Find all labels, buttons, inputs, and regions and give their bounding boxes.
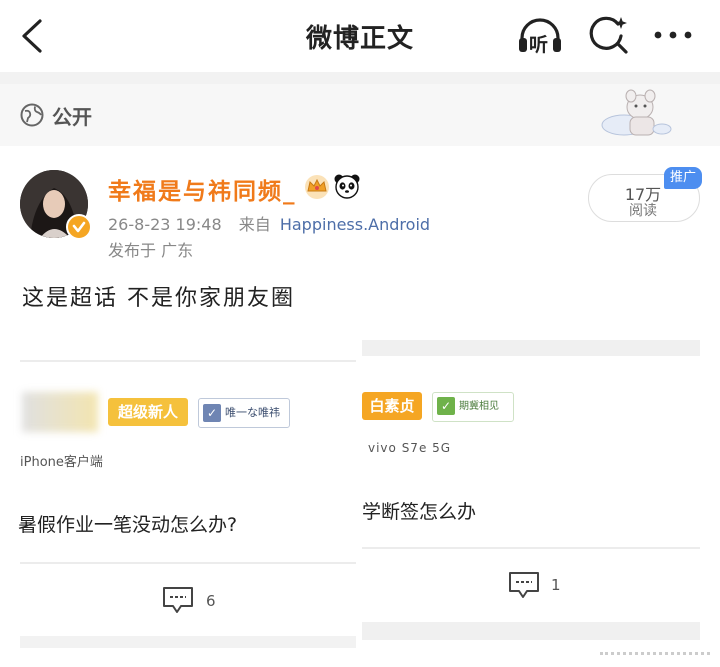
fan-tag-label: 期冀相见 bbox=[459, 401, 499, 412]
image-question: 暑假作业一笔没动怎么办? bbox=[18, 514, 238, 536]
divider bbox=[20, 636, 356, 648]
comment-count: 6 bbox=[206, 592, 216, 610]
divider bbox=[20, 562, 356, 564]
comment-icon bbox=[509, 572, 539, 598]
fan-tag: ✓ 唯一な唯祎 bbox=[198, 398, 290, 428]
image-question: 学断签怎么办 bbox=[362, 501, 477, 523]
visibility-label: 公开 bbox=[52, 105, 92, 129]
bear-sticker-icon bbox=[601, 89, 672, 136]
author-name[interactable]: 幸福是与祎同频_ bbox=[108, 172, 297, 206]
divider bbox=[362, 622, 700, 640]
post-meta: 26-8-23 19:48 来自 Happiness.Android bbox=[108, 211, 430, 235]
fan-tag-label: 唯一な唯祎 bbox=[225, 406, 280, 419]
search-icon[interactable] bbox=[588, 14, 630, 56]
post-location: 发布于 广东 bbox=[108, 241, 194, 260]
crown-icon bbox=[305, 175, 329, 199]
check-icon: ✓ bbox=[203, 404, 221, 422]
client-label: iPhone客户端 bbox=[20, 455, 103, 470]
post-time: 26-8-23 19:48 bbox=[108, 215, 222, 234]
level-tag: 白素贞 bbox=[362, 392, 422, 420]
divider bbox=[600, 652, 710, 659]
divider bbox=[0, 72, 720, 84]
source-link[interactable]: Happiness.Android bbox=[280, 215, 430, 234]
source-prefix: 来自 bbox=[238, 215, 271, 234]
comment-icon bbox=[163, 587, 193, 613]
promo-badge[interactable]: 推广 bbox=[664, 167, 702, 189]
client-label: vivo S7e 5G bbox=[368, 441, 452, 455]
panda-icon bbox=[334, 174, 360, 199]
verified-badge-icon bbox=[66, 214, 92, 240]
listen-label: 听 bbox=[529, 34, 549, 56]
divider bbox=[20, 360, 356, 362]
check-icon: ✓ bbox=[437, 397, 455, 415]
comment-count: 1 bbox=[551, 576, 561, 594]
blurred-name bbox=[22, 392, 98, 432]
divider bbox=[362, 340, 700, 356]
level-tag: 超级新人 bbox=[108, 398, 188, 426]
listen-button[interactable]: 听 bbox=[516, 16, 564, 56]
globe-icon bbox=[20, 103, 44, 127]
divider bbox=[362, 547, 700, 549]
fan-tag: ✓ 期冀相见 bbox=[432, 392, 514, 422]
post-text: 这是超话 不是你家朋友圈 bbox=[22, 286, 295, 311]
read-label: 阅读 bbox=[629, 203, 657, 219]
more-options-icon[interactable] bbox=[652, 25, 694, 45]
